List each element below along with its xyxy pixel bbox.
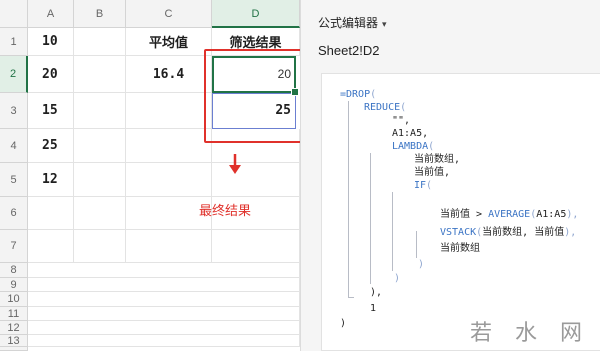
column-header-b[interactable]: B <box>74 0 126 28</box>
code-line-12: ) <box>418 259 425 270</box>
cell-reference: Sheet2!D2 <box>318 43 380 58</box>
code-paren: ( <box>426 180 433 191</box>
row-header-14[interactable] <box>0 347 28 351</box>
watermark: 若 水 网 <box>470 321 590 346</box>
code-fn: =DROP <box>340 89 371 100</box>
code-fn: REDUCE <box>364 102 401 113</box>
code-line-2: REDUCE( <box>364 101 406 114</box>
code-fn: AVERAGE <box>488 209 531 220</box>
cell-b3[interactable] <box>74 93 126 129</box>
row-header-11[interactable]: 11 <box>0 307 28 321</box>
formula-code-editor[interactable]: =DROP( REDUCE( "", A1:A5, LAMBDA( 当前数组, … <box>321 73 600 351</box>
cell-b5[interactable] <box>74 163 126 197</box>
code-line-6: 当前数组, <box>414 154 461 165</box>
cell-d5[interactable] <box>212 163 300 197</box>
row-header-7[interactable]: 7 <box>0 230 28 263</box>
indent-guide <box>416 231 417 258</box>
row-header-6[interactable]: 6 <box>0 197 28 230</box>
cell-a7[interactable] <box>28 230 74 263</box>
code-line-1: =DROP( <box>340 88 376 101</box>
indent-guide <box>348 101 349 297</box>
cell-c1[interactable]: 平均值 <box>126 28 212 56</box>
row-header-1[interactable]: 1 <box>0 28 28 56</box>
cell-a6[interactable] <box>28 197 74 230</box>
code-line-14: ), <box>370 287 383 298</box>
cell-a2[interactable]: 20 <box>28 56 74 93</box>
code-line-4: A1:A5, <box>392 128 429 139</box>
code-fn: IF <box>414 180 427 191</box>
row-header-10[interactable]: 10 <box>0 292 28 307</box>
code-paren: ( <box>400 102 407 113</box>
code-fn: VSTACK <box>440 227 477 238</box>
cell-c4[interactable] <box>126 129 212 163</box>
code-fn: LAMBDA <box>392 141 429 152</box>
code-line-13: ) <box>394 273 401 284</box>
code-text: 当前数组, 当前值 <box>482 227 565 238</box>
row-13-cells[interactable] <box>28 335 300 347</box>
code-line-16: ) <box>340 318 347 329</box>
indent-guide <box>370 153 371 284</box>
cell-a5[interactable]: 12 <box>28 163 74 197</box>
cell-c5[interactable] <box>126 163 212 197</box>
row-header-13[interactable]: 13 <box>0 335 28 347</box>
cell-b6[interactable] <box>74 197 126 230</box>
cell-b7[interactable] <box>74 230 126 263</box>
cell-c7[interactable] <box>126 230 212 263</box>
code-paren: ), <box>566 209 579 220</box>
code-line-8: IF( <box>414 179 432 192</box>
cell-c2[interactable]: 16.4 <box>126 56 212 93</box>
cell-d7[interactable] <box>212 230 300 263</box>
cell-a3[interactable]: 15 <box>28 93 74 129</box>
formula-editor-title[interactable]: 公式编辑器 ▾ <box>318 14 387 31</box>
code-paren: ( <box>370 89 377 100</box>
code-text: 当前值 > <box>440 209 489 220</box>
row-header-3[interactable]: 3 <box>0 93 28 129</box>
row-12-cells[interactable] <box>28 321 300 335</box>
row-header-2[interactable]: 2 <box>0 56 28 93</box>
cell-c3[interactable] <box>126 93 212 129</box>
cell-b1[interactable] <box>74 28 126 56</box>
cell-a1[interactable]: 10 <box>28 28 74 56</box>
code-paren: ( <box>428 141 435 152</box>
row-8-cells[interactable] <box>28 263 300 278</box>
code-line-9: 当前值 > AVERAGE(A1:A5), <box>440 208 578 221</box>
code-line-7: 当前值, <box>414 167 451 178</box>
formula-editor-title-text: 公式编辑器 <box>318 16 379 30</box>
row-header-12[interactable]: 12 <box>0 321 28 335</box>
spreadsheet: A B C D 1 2 3 4 5 6 7 8 9 10 11 12 13 10… <box>0 0 302 351</box>
row-header-8[interactable]: 8 <box>0 263 28 278</box>
code-paren: ), <box>564 227 577 238</box>
code-line-10: VSTACK(当前数组, 当前值), <box>440 226 576 239</box>
indent-guide <box>348 297 354 298</box>
code-line-11: 当前数组 <box>440 243 480 254</box>
cell-b2[interactable] <box>74 56 126 93</box>
result-highlight-box <box>204 49 302 143</box>
row-header-5[interactable]: 5 <box>0 163 28 197</box>
code-line-3: "", <box>392 115 411 126</box>
row-header-4[interactable]: 4 <box>0 129 28 163</box>
formula-editor-panel: 公式编辑器 ▾ Sheet2!D2 =DROP( REDUCE( "", A1:A… <box>300 0 600 351</box>
cell-a4[interactable]: 25 <box>28 129 74 163</box>
cell-b4[interactable] <box>74 129 126 163</box>
final-result-label: 最终结果 <box>198 203 251 218</box>
caret-down-icon[interactable]: ▾ <box>382 19 387 29</box>
row-11-cells[interactable] <box>28 307 300 321</box>
row-header-9[interactable]: 9 <box>0 278 28 292</box>
down-arrow-icon <box>229 154 241 174</box>
row-9-cells[interactable] <box>28 278 300 292</box>
row-10-cells[interactable] <box>28 292 300 307</box>
code-line-5: LAMBDA( <box>392 140 434 153</box>
column-header-d[interactable]: D <box>212 0 300 28</box>
select-all-corner[interactable] <box>0 0 28 28</box>
column-header-c[interactable]: C <box>126 0 212 28</box>
code-line-15: 1 <box>370 303 377 314</box>
column-header-a[interactable]: A <box>28 0 74 28</box>
indent-guide <box>392 192 393 271</box>
code-text: A1:A5 <box>536 209 567 220</box>
